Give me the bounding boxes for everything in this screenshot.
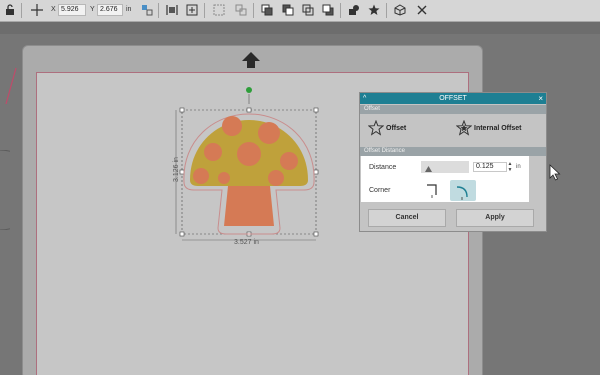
- mouse-cursor-icon: [549, 164, 561, 181]
- top-toolbar: X 5.926 Y 2.676 in: [0, 0, 600, 22]
- resize-handle[interactable]: [313, 169, 319, 175]
- resize-handle[interactable]: [179, 231, 185, 237]
- x-position-field[interactable]: 5.926: [58, 4, 86, 16]
- toolbar-divider: [158, 3, 159, 18]
- offset-button[interactable]: Offset: [368, 119, 406, 137]
- y-position-label: Y: [90, 6, 95, 13]
- y-position-field[interactable]: 2.676: [97, 4, 123, 16]
- corner-sharp-icon[interactable]: [423, 182, 439, 198]
- apply-button[interactable]: Apply: [456, 209, 534, 227]
- corner-round-icon: [456, 186, 468, 200]
- distribute-icon[interactable]: [184, 2, 200, 18]
- offset-star-icon: [368, 120, 384, 136]
- internal-offset-button-label: Internal Offset: [474, 124, 522, 132]
- bring-forward-icon[interactable]: [280, 2, 296, 18]
- offset-panel-title-bar: ^ OFFSET ×: [360, 93, 546, 104]
- resize-handle[interactable]: [246, 107, 252, 113]
- x-position-label: X: [51, 6, 56, 13]
- toolbar-divider: [204, 3, 205, 18]
- collapse-icon[interactable]: ^: [363, 93, 366, 104]
- lock-icon[interactable]: [2, 2, 18, 18]
- unit-label: in: [126, 6, 132, 13]
- registration-arc-icon: [0, 150, 10, 230]
- corner-label: Corner: [369, 187, 391, 194]
- resize-handle[interactable]: [179, 107, 185, 113]
- toolbar-divider: [386, 3, 387, 18]
- toolbar-divider: [340, 3, 341, 18]
- internal-offset-button[interactable]: Internal Offset: [456, 119, 521, 137]
- toolbar-divider: [21, 3, 22, 18]
- close-icon[interactable]: [414, 2, 430, 18]
- move-icon[interactable]: [29, 2, 45, 18]
- ungroup-icon[interactable]: [233, 2, 249, 18]
- cancel-button[interactable]: Cancel: [368, 209, 446, 227]
- offset-button-label: Offset: [386, 124, 407, 132]
- trace-icon[interactable]: [392, 2, 408, 18]
- ruler-strip: [0, 22, 600, 34]
- bring-front-icon[interactable]: [259, 2, 275, 18]
- rotate-handle[interactable]: [246, 87, 252, 93]
- section-distance-header: Offset Distance: [360, 147, 546, 156]
- distance-stepper[interactable]: ▲ ▼: [507, 161, 513, 173]
- offset-distance-settings: Distance 0.125 ▲ ▼ in Corner: [361, 156, 529, 202]
- mushroom-design[interactable]: 3.126 in 3.527 in: [168, 86, 328, 246]
- width-dimension-label: 3.527 in: [234, 239, 259, 246]
- star-offset-icon[interactable]: [366, 2, 382, 18]
- send-back-icon[interactable]: [320, 2, 336, 18]
- panel-close-icon[interactable]: ×: [538, 93, 543, 104]
- distance-value-field[interactable]: 0.125: [473, 162, 507, 172]
- distance-label: Distance: [369, 164, 397, 171]
- resize-handle[interactable]: [313, 231, 319, 237]
- resize-handle[interactable]: [313, 107, 319, 113]
- offset-panel-title: OFFSET: [439, 95, 467, 102]
- group-icon[interactable]: [211, 2, 227, 18]
- mushroom-stem: [224, 186, 274, 226]
- distance-slider-knob[interactable]: [425, 166, 432, 172]
- registration-mark-icon: [5, 67, 17, 105]
- align-icon[interactable]: [164, 2, 180, 18]
- send-backward-icon[interactable]: [300, 2, 316, 18]
- resize-handle[interactable]: [179, 169, 185, 175]
- distance-unit-label: in: [516, 164, 521, 170]
- internal-offset-star-icon: [456, 120, 472, 136]
- corner-round-option[interactable]: [450, 180, 476, 201]
- mat-direction-arrow-icon: [242, 52, 260, 68]
- height-dimension-label: 3.126 in: [173, 157, 180, 182]
- toolbar-divider: [253, 3, 254, 18]
- shapes-icon[interactable]: [346, 2, 362, 18]
- section-offset-header: Offset: [360, 105, 546, 114]
- position-icon[interactable]: [139, 2, 155, 18]
